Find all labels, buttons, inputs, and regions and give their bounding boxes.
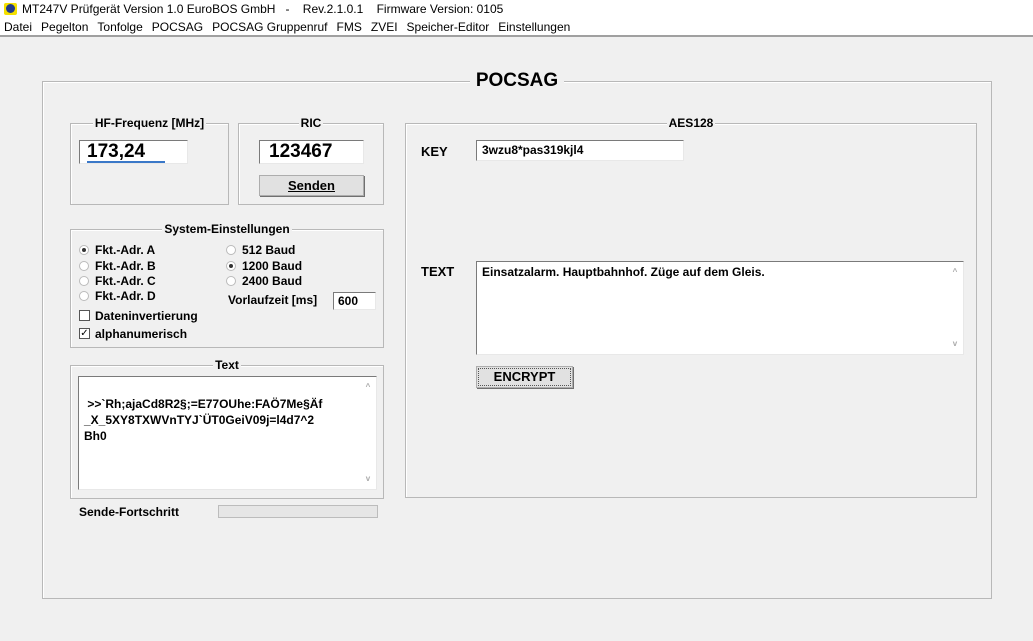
scroll-down-icon[interactable]: v xyxy=(362,471,374,487)
radio-fkt-adr-c[interactable] xyxy=(79,276,89,286)
scroll-down-icon[interactable]: v xyxy=(949,336,961,352)
menu-speicher-editor[interactable]: Speicher-Editor xyxy=(407,18,490,35)
encrypted-text-area[interactable]: >>`Rh;ajaCd8R2§;=E77OUhe:FAÖ7Me§Äf _X_5X… xyxy=(78,376,377,490)
alphanumeric-label: alphanumerisch xyxy=(95,327,188,341)
radio-2400-baud[interactable] xyxy=(226,276,236,286)
alphanumeric-checkbox[interactable]: ✓ xyxy=(79,328,90,339)
ric-label: RIC xyxy=(298,116,324,130)
menu-pocsag[interactable]: POCSAG xyxy=(152,18,203,35)
system-settings-label: System-Einstellungen xyxy=(162,222,292,236)
menu-einstellungen[interactable]: Einstellungen xyxy=(498,18,570,35)
1200-baud-label: 1200 Baud xyxy=(242,259,303,273)
preamble-label: Vorlaufzeit [ms] xyxy=(228,293,318,307)
512-baud-label: 512 Baud xyxy=(242,243,296,257)
plain-text-area[interactable]: Einsatzalarm. Hauptbahnhof. Züge auf dem… xyxy=(476,261,964,355)
ric-input[interactable]: 123467 xyxy=(259,140,364,164)
radio-fkt-adr-b[interactable] xyxy=(79,261,89,271)
text-group-label: Text xyxy=(213,358,241,372)
preamble-input[interactable]: 600 xyxy=(333,292,376,310)
data-inversion-checkbox[interactable] xyxy=(79,310,90,321)
menu-datei[interactable]: Datei xyxy=(4,18,32,35)
window-title: MT247V Prüfgerät Version 1.0 EuroBOS Gmb… xyxy=(22,2,504,16)
hf-label: HF-Frequenz [MHz] xyxy=(92,116,207,130)
text-label: TEXT xyxy=(421,264,455,279)
fkt-adr-a-label: Fkt.-Adr. A xyxy=(95,243,156,257)
menu-pocsag-gruppenruf[interactable]: POCSAG Gruppenruf xyxy=(212,18,327,35)
progress-bar xyxy=(218,505,378,518)
radio-512-baud[interactable] xyxy=(226,245,236,255)
menu-bar: Datei Pegelton Tonfolge POCSAG POCSAG Gr… xyxy=(0,18,1033,37)
fkt-adr-d-label: Fkt.-Adr. D xyxy=(95,289,156,303)
2400-baud-label: 2400 Baud xyxy=(242,274,303,288)
key-label: KEY xyxy=(421,144,448,159)
radio-fkt-adr-d[interactable] xyxy=(79,291,89,301)
progress-label: Sende-Fortschritt xyxy=(79,505,180,519)
hf-input-underline xyxy=(87,161,165,163)
menu-fms[interactable]: FMS xyxy=(337,18,362,35)
menu-tonfolge[interactable]: Tonfolge xyxy=(97,18,142,35)
panel-title: POCSAG xyxy=(469,70,565,91)
aes-label: AES128 xyxy=(666,116,716,130)
encrypt-button[interactable]: ENCRYPT xyxy=(476,366,573,388)
app-icon xyxy=(4,3,17,15)
fkt-adr-b-label: Fkt.-Adr. B xyxy=(95,259,156,273)
scroll-up-icon[interactable]: ^ xyxy=(362,379,374,395)
radio-fkt-adr-a[interactable] xyxy=(79,245,89,255)
scroll-up-icon[interactable]: ^ xyxy=(949,264,961,280)
send-button[interactable]: Senden xyxy=(259,175,364,196)
data-inversion-label: Dateninvertierung xyxy=(95,309,198,323)
check-icon: ✓ xyxy=(80,328,89,339)
title-bar: MT247V Prüfgerät Version 1.0 EuroBOS Gmb… xyxy=(0,0,1033,18)
radio-1200-baud[interactable] xyxy=(226,261,236,271)
fkt-adr-c-label: Fkt.-Adr. C xyxy=(95,274,156,288)
hf-group: HF-Frequenz [MHz] xyxy=(70,116,229,205)
key-input[interactable]: 3wzu8*pas319kjl4 xyxy=(476,140,684,161)
menu-pegelton[interactable]: Pegelton xyxy=(41,18,88,35)
menu-zvei[interactable]: ZVEI xyxy=(371,18,398,35)
